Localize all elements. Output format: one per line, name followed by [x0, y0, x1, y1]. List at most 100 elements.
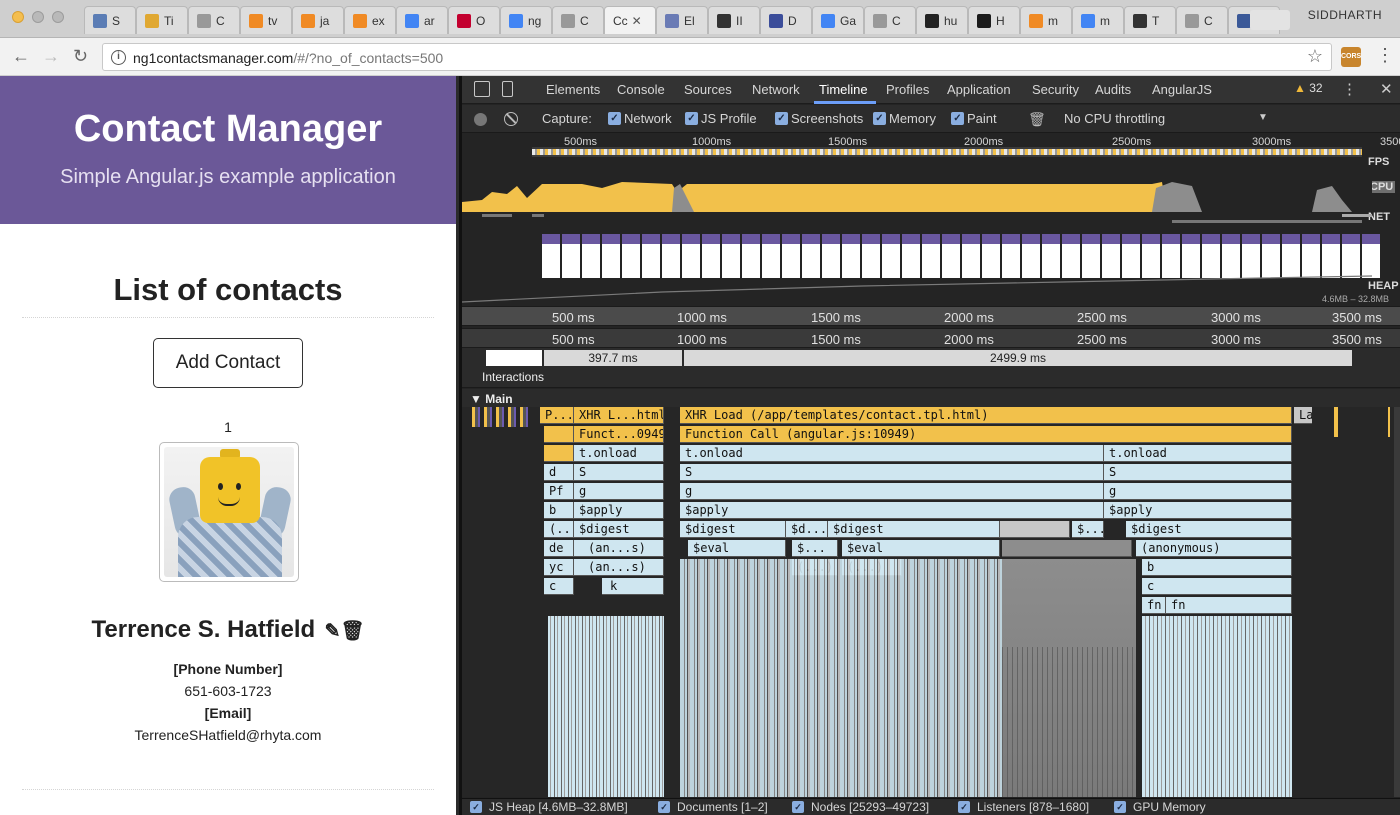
- flame-entry[interactable]: [544, 445, 574, 462]
- browser-tab[interactable]: ar: [396, 6, 448, 34]
- screenshot-thumbnail[interactable]: [742, 234, 760, 278]
- flame-entry[interactable]: (an...s): [574, 540, 664, 557]
- flame-entry[interactable]: $d...t: [786, 521, 828, 538]
- flame-entry[interactable]: S: [1104, 464, 1292, 481]
- flame-entry[interactable]: g: [680, 483, 1104, 500]
- screenshot-thumbnail[interactable]: [642, 234, 660, 278]
- flame-entry[interactable]: $digest: [828, 521, 1000, 538]
- add-contact-button[interactable]: Add Contact: [153, 338, 303, 388]
- screenshot-thumbnail[interactable]: [1242, 234, 1260, 278]
- tab-console[interactable]: Console: [617, 82, 665, 97]
- browser-tab[interactable]: C: [552, 6, 604, 34]
- info-icon[interactable]: i: [111, 50, 126, 65]
- flame-entry[interactable]: S: [680, 464, 1104, 481]
- screenshot-thumbnail[interactable]: [1162, 234, 1180, 278]
- interactions-track[interactable]: 397.7 ms 2499.9 ms Interactions: [462, 348, 1400, 388]
- browser-tab[interactable]: tv: [240, 6, 292, 34]
- counter-checkbox[interactable]: ✓: [1114, 801, 1126, 813]
- interaction-bar[interactable]: 2499.9 ms: [684, 350, 1352, 366]
- screenshot-thumbnail[interactable]: [562, 234, 580, 278]
- screenshot-thumbnail[interactable]: [1062, 234, 1080, 278]
- tab-audits[interactable]: Audits: [1095, 82, 1131, 97]
- flame-entry[interactable]: (...: [544, 521, 574, 538]
- flame-entry[interactable]: [544, 426, 574, 443]
- flame-entry[interactable]: t.onload: [680, 445, 1104, 462]
- flame-entry[interactable]: fn: [1166, 597, 1292, 614]
- screenshot-thumbnail[interactable]: [902, 234, 920, 278]
- flame-entry[interactable]: P...: [540, 407, 574, 424]
- interaction-bar[interactable]: [486, 350, 542, 366]
- tab-application[interactable]: Application: [947, 82, 1011, 97]
- bookmark-star-icon[interactable]: ☆: [1307, 46, 1323, 67]
- close-tab-icon[interactable]: ✕: [632, 14, 642, 28]
- tab-timeline[interactable]: Timeline: [819, 82, 868, 97]
- counter-checkbox[interactable]: ✓: [470, 801, 482, 813]
- screenshot-thumbnail[interactable]: [1262, 234, 1280, 278]
- browser-tab[interactable]: ja: [292, 6, 344, 34]
- back-icon[interactable]: ←: [12, 46, 30, 67]
- capture-screenshots-checkbox[interactable]: ✓: [775, 112, 788, 125]
- browser-tab[interactable]: H: [968, 6, 1020, 34]
- screenshot-thumbnail[interactable]: [1002, 234, 1020, 278]
- browser-tab[interactable]: S: [84, 6, 136, 34]
- screenshot-thumbnail[interactable]: [862, 234, 880, 278]
- screenshot-thumbnail[interactable]: [982, 234, 1000, 278]
- edit-icon[interactable]: ✎: [324, 621, 340, 642]
- browser-tab[interactable]: Cc ✕: [604, 6, 656, 34]
- flame-entry[interactable]: d: [544, 464, 574, 481]
- screenshot-thumbnail[interactable]: [802, 234, 820, 278]
- collect-garbage-icon[interactable]: 🗑: [1028, 111, 1046, 128]
- browser-tab[interactable]: ng: [500, 6, 552, 34]
- timeline-overview[interactable]: 500ms1000ms1500ms2000ms2500ms3000ms3500m…: [462, 134, 1400, 307]
- screenshot-thumbnail[interactable]: [782, 234, 800, 278]
- flame-entry[interactable]: k: [602, 578, 664, 595]
- tab-profiles[interactable]: Profiles: [886, 82, 929, 97]
- flamechart-ruler[interactable]: 500 ms 1000 ms 1500 ms 2000 ms 2500 ms 3000 m…: [462, 328, 1400, 348]
- flame-entry[interactable]: b: [544, 502, 574, 519]
- screenshot-thumbnail[interactable]: [822, 234, 840, 278]
- url-input[interactable]: i ng1contactsmanager.com/#/?no_of_contac…: [102, 43, 1332, 71]
- cors-extension-icon[interactable]: CORS: [1341, 47, 1361, 67]
- new-tab-button[interactable]: [1250, 10, 1290, 30]
- capture-network-checkbox[interactable]: ✓: [608, 112, 621, 125]
- flame-chart[interactable]: P... XHR L...html) XHR Load (/app/templa…: [462, 407, 1400, 797]
- screenshot-thumbnail[interactable]: [1082, 234, 1100, 278]
- flame-entry[interactable]: [1002, 540, 1132, 557]
- browser-tab[interactable]: El: [656, 6, 708, 34]
- screenshot-thumbnail[interactable]: [682, 234, 700, 278]
- flame-entry[interactable]: Pf: [544, 483, 574, 500]
- flame-entry[interactable]: $apply: [680, 502, 1104, 519]
- screenshot-thumbnail[interactable]: [1182, 234, 1200, 278]
- screenshot-thumbnail[interactable]: [1342, 234, 1360, 278]
- flame-entry[interactable]: (an...s): [574, 559, 664, 576]
- capture-js-profile-checkbox[interactable]: ✓: [685, 112, 698, 125]
- screenshot-thumbnail[interactable]: [1222, 234, 1240, 278]
- window-minimize-button[interactable]: [32, 11, 44, 23]
- flame-entry[interactable]: fn: [1142, 597, 1166, 614]
- inspect-element-icon[interactable]: [474, 81, 490, 97]
- screenshot-thumbnail[interactable]: [702, 234, 720, 278]
- screenshot-thumbnail[interactable]: [762, 234, 780, 278]
- browser-tab[interactable]: T: [1124, 6, 1176, 34]
- browser-tab[interactable]: C: [1176, 6, 1228, 34]
- screenshot-thumbnail[interactable]: [1102, 234, 1120, 278]
- tab-angularjs[interactable]: AngularJS: [1152, 82, 1212, 97]
- warnings-badge[interactable]: ▲ 32: [1294, 81, 1323, 95]
- screenshot-thumbnail[interactable]: [582, 234, 600, 278]
- counter-checkbox[interactable]: ✓: [658, 801, 670, 813]
- flame-entry[interactable]: Function Call (angular.js:10949): [680, 426, 1292, 443]
- flame-entry[interactable]: t.onload: [574, 445, 664, 462]
- flame-entry[interactable]: S: [574, 464, 664, 481]
- browser-menu-icon[interactable]: ⋮: [1376, 45, 1394, 66]
- devtools-menu-icon[interactable]: ⋮: [1342, 80, 1357, 98]
- screenshot-thumbnail[interactable]: [1022, 234, 1040, 278]
- delete-icon[interactable]: 🗑: [340, 621, 364, 642]
- browser-tab[interactable]: II: [708, 6, 760, 34]
- main-thread-header[interactable]: ▼ Main: [462, 389, 1400, 407]
- flame-entry[interactable]: $eval: [842, 540, 1000, 557]
- flame-entry[interactable]: c: [1142, 578, 1292, 595]
- flame-entry[interactable]: c: [544, 578, 574, 595]
- screenshot-thumbnail[interactable]: [962, 234, 980, 278]
- screenshot-thumbnail[interactable]: [1302, 234, 1320, 278]
- flame-entry[interactable]: $apply: [1104, 502, 1292, 519]
